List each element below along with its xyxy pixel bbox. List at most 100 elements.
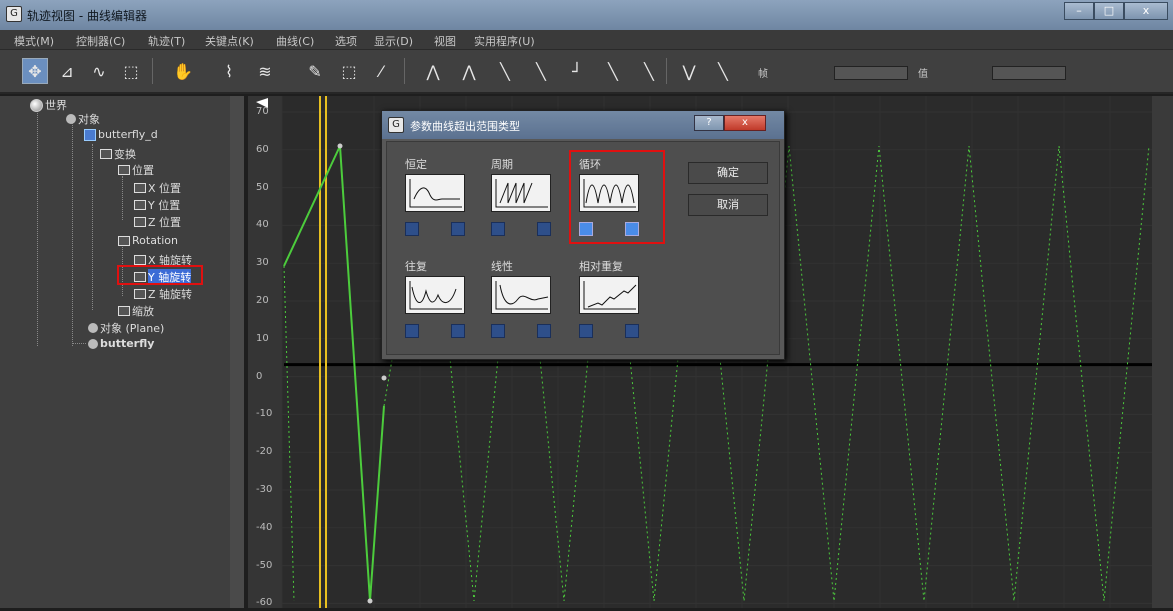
option-constant[interactable]: 恒定 [403, 156, 473, 246]
window-titlebar: G 轨迹视图 - 曲线编辑器 – □ x [0, 0, 1173, 30]
y-tick-label: -20 [256, 446, 273, 458]
tree-item-butterfly[interactable]: butterfly [88, 337, 154, 350]
out-button[interactable] [537, 324, 551, 338]
cancel-button[interactable]: 取消 [688, 194, 768, 216]
ok-button[interactable]: 确定 [688, 162, 768, 184]
pan-hand-icon[interactable]: ✋ [170, 58, 196, 84]
y-tick-label: 30 [256, 257, 269, 269]
parameter-curve-icon[interactable]: ⌇ [216, 58, 242, 84]
constant-thumbnail[interactable] [405, 174, 465, 212]
tree-item-position[interactable]: 位置 [118, 162, 154, 178]
menu-keys[interactable]: 关键点(K) [205, 33, 254, 49]
out-button[interactable] [451, 324, 465, 338]
out-button[interactable] [625, 324, 639, 338]
out-button[interactable] [451, 222, 465, 236]
tree-item-transform[interactable]: 变换 [100, 146, 136, 162]
tree-scrollbar[interactable] [230, 96, 244, 608]
minimize-button[interactable]: – [1064, 2, 1094, 20]
y-tick-label: -40 [256, 521, 273, 533]
keyframe-point [367, 598, 373, 604]
menu-mode[interactable]: 模式(M) [14, 33, 54, 49]
rotation-icon [118, 235, 130, 246]
menu-controller[interactable]: 控制器(C) [76, 33, 125, 49]
cycle-thumbnail[interactable] [491, 174, 551, 212]
graph-scrollbar[interactable] [1152, 96, 1173, 608]
menu-options[interactable]: 选项 [335, 33, 357, 49]
option-relative-repeat[interactable]: 相对重复 [577, 258, 647, 348]
curve-loop-extension [283, 265, 295, 602]
tree-item-rotation[interactable]: Rotation [118, 234, 178, 247]
tangent-step-icon[interactable]: ┘ [564, 58, 590, 84]
option-linear[interactable]: 线性 [489, 258, 559, 348]
menu-utilities[interactable]: 实用程序(U) [474, 33, 535, 49]
tree-item-plane[interactable]: 对象 (Plane) [88, 320, 164, 336]
loop-highlight-box [569, 150, 665, 244]
y-tick-label: 70 [256, 106, 269, 117]
option-cycle[interactable]: 周期 [489, 156, 559, 246]
in-button[interactable] [405, 222, 419, 236]
soft-select-icon[interactable]: ≋ [252, 58, 278, 84]
scale-keys-icon[interactable]: ⊿ [54, 58, 80, 84]
tree-item-objects[interactable]: 对象 [66, 111, 100, 127]
linear-thumbnail[interactable] [491, 276, 551, 314]
keyframe-point [381, 375, 387, 381]
toolbar-separator [666, 58, 667, 84]
restore-button[interactable]: □ [1094, 2, 1124, 20]
add-keys-icon[interactable]: ∿ [86, 58, 112, 84]
dialog-help-button[interactable]: ? [694, 115, 724, 131]
tangent-fast-icon[interactable]: ╲ [492, 58, 518, 84]
frame-field[interactable] [834, 66, 908, 80]
out-button[interactable] [537, 222, 551, 236]
value-label: 值 [918, 69, 928, 80]
menu-view[interactable]: 视图 [434, 33, 456, 49]
tangent-smooth-icon[interactable]: ╲ [636, 58, 662, 84]
toolbar: ✥ ⊿ ∿ ⬚ ✋ ⌇ ≋ ✎ ⬚ ⁄ ⋀ ⋀ ╲ ╲ ┘ ╲ ╲ ⋁ ╲ 帧 … [0, 50, 1173, 94]
tree-line [72, 122, 73, 346]
in-button[interactable] [491, 222, 505, 236]
tree-line [37, 110, 38, 346]
in-button[interactable] [491, 324, 505, 338]
tangent-auto-icon[interactable]: ⋀ [420, 58, 446, 84]
menu-curves[interactable]: 曲线(C) [276, 33, 314, 49]
menu-track[interactable]: 轨迹(T) [148, 33, 185, 49]
tree-item-y-position[interactable]: Y 位置 [134, 197, 180, 213]
track-icon [134, 289, 146, 299]
value-field[interactable] [992, 66, 1066, 80]
tree-item-z-position[interactable]: Z 位置 [134, 214, 181, 230]
tangent-slow-icon[interactable]: ╲ [528, 58, 554, 84]
tree-item-x-position[interactable]: X 位置 [134, 180, 181, 196]
freeze-icon[interactable]: ⁄ [368, 58, 394, 84]
select-region-icon[interactable]: ⬚ [118, 58, 144, 84]
tree-item-butterfly-d[interactable]: butterfly_d [84, 128, 158, 141]
tree-item-scale[interactable]: 缩放 [118, 303, 154, 319]
move-keys-icon[interactable]: ✥ [22, 58, 48, 84]
relative-repeat-thumbnail[interactable] [579, 276, 639, 314]
reduce-keys-icon[interactable]: ⬚ [336, 58, 362, 84]
y-tick-label: -10 [256, 408, 273, 420]
window-title: 轨迹视图 - 曲线编辑器 [27, 9, 147, 23]
tangent-linear-icon[interactable]: ╲ [600, 58, 626, 84]
ping-pong-thumbnail[interactable] [405, 276, 465, 314]
position-icon [118, 165, 130, 175]
close-button[interactable]: x [1124, 2, 1168, 20]
y-tick-label: 60 [256, 143, 269, 155]
option-ping-pong[interactable]: 往复 [403, 258, 473, 348]
dialog-close-button[interactable]: x [724, 115, 766, 131]
keyframe-point [337, 143, 343, 149]
draw-curves-icon[interactable]: ✎ [302, 58, 328, 84]
in-button[interactable] [579, 324, 593, 338]
tree-line [72, 343, 86, 344]
y-tick-label: -50 [256, 559, 273, 571]
tree-item-world[interactable]: 世界 [30, 97, 67, 113]
transform-icon [100, 149, 112, 159]
break-tangents-icon[interactable]: ⋁ [676, 58, 702, 84]
tree-line [122, 176, 123, 220]
tree-item-z-rotation[interactable]: Z 轴旋转 [134, 286, 192, 302]
menu-bar: 模式(M) 控制器(C) 轨迹(T) 关键点(K) 曲线(C) 选项 显示(D)… [0, 30, 1173, 50]
tangent-custom-icon[interactable]: ⋀ [456, 58, 482, 84]
y-tick-label: 50 [256, 181, 269, 193]
scale-icon [118, 306, 130, 316]
menu-display[interactable]: 显示(D) [374, 33, 413, 49]
in-button[interactable] [405, 324, 419, 338]
unify-tangents-icon[interactable]: ╲ [710, 58, 736, 84]
